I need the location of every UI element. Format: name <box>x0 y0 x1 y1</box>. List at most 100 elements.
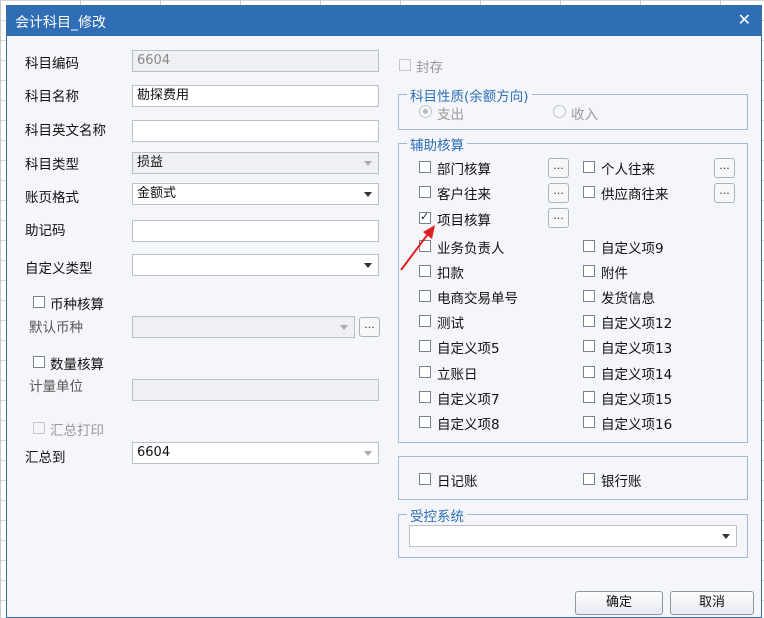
radio-income-label: 收入 <box>571 107 598 123</box>
aux-custom7-checkbox[interactable] <box>419 391 431 403</box>
english-name-label: 科目英文名称 <box>25 123 106 139</box>
bank-checkbox[interactable] <box>583 473 595 485</box>
chevron-down-icon <box>722 534 730 539</box>
aux-owner-label: 业务负责人 <box>437 241 505 257</box>
aux-custom12-label: 自定义项12 <box>601 316 673 332</box>
mnemonic-field[interactable] <box>132 220 379 242</box>
type-select: 损益 <box>132 152 379 174</box>
aux-custom9-label: 自定义项9 <box>601 241 664 257</box>
aux-deduction-label: 扣款 <box>437 266 464 282</box>
aux-dept-label: 部门核算 <box>437 162 491 178</box>
chevron-down-icon <box>364 192 372 197</box>
aux-customer-label: 客户往来 <box>437 187 491 203</box>
aux-custom9-checkbox[interactable] <box>583 240 595 252</box>
aux-shipping-label: 发货信息 <box>601 291 655 307</box>
aux-personal-checkbox[interactable] <box>583 161 595 173</box>
controlled-system-title: 受控系统 <box>407 505 467 525</box>
currency-browse-button: ... <box>359 317 380 337</box>
aux-test-label: 测试 <box>437 316 464 332</box>
code-label: 科目编码 <box>25 56 79 72</box>
summary-print-label: 汇总打印 <box>50 423 104 439</box>
aux-custom15-checkbox[interactable] <box>583 391 595 403</box>
aux-custom8-checkbox[interactable] <box>419 416 431 428</box>
chevron-down-icon <box>364 451 372 456</box>
ok-button[interactable]: 确定 <box>575 591 663 615</box>
aux-supplier-label: 供应商往来 <box>601 187 669 203</box>
name-label: 科目名称 <box>25 89 79 105</box>
cancel-button[interactable]: 取消 <box>670 591 754 615</box>
journal-label: 日记账 <box>437 474 478 490</box>
name-field[interactable]: 勘探费用 <box>132 85 379 107</box>
dialog-title: 会计科目_修改 <box>15 15 106 31</box>
aux-project-browse-button[interactable]: ... <box>548 208 569 228</box>
aux-dept-browse-button[interactable]: ... <box>548 158 569 178</box>
aux-custom14-checkbox[interactable] <box>583 366 595 378</box>
aux-personal-label: 个人往来 <box>601 162 655 178</box>
aux-accounting-group: 辅助核算 部门核算 ... 个人往来 ... 客户往来 ... 供应商往来 ..… <box>398 134 748 443</box>
controlled-system-select[interactable] <box>409 525 737 547</box>
default-currency-label: 默认币种 <box>29 320 83 336</box>
aux-group-title: 辅助核算 <box>407 134 467 154</box>
quantity-accounting-checkbox[interactable] <box>33 356 45 368</box>
aux-custom15-label: 自定义项15 <box>601 392 673 408</box>
radio-expense[interactable] <box>419 105 432 118</box>
aux-ecommerce-checkbox[interactable] <box>419 290 431 302</box>
aux-project-label: 项目核算 <box>437 213 491 229</box>
controlled-system-group: 受控系统 <box>398 505 748 558</box>
aux-custom16-checkbox[interactable] <box>583 416 595 428</box>
currency-accounting-label: 币种核算 <box>50 297 104 313</box>
ledger-format-value: 金额式 <box>137 186 177 201</box>
aux-shipping-checkbox[interactable] <box>583 290 595 302</box>
aux-custom7-label: 自定义项7 <box>437 392 500 408</box>
aux-customer-checkbox[interactable] <box>419 186 431 198</box>
unit-label: 计量单位 <box>29 379 83 395</box>
custom-type-select[interactable] <box>132 254 379 276</box>
aux-custom13-checkbox[interactable] <box>583 340 595 352</box>
quantity-accounting-label: 数量核算 <box>50 357 104 373</box>
unit-field <box>132 379 379 401</box>
aux-attachment-checkbox[interactable] <box>583 265 595 277</box>
summary-to-select[interactable]: 6604 <box>132 442 379 464</box>
currency-accounting-checkbox[interactable] <box>33 296 45 308</box>
aux-custom16-label: 自定义项16 <box>601 417 673 433</box>
sealed-checkbox <box>399 59 411 71</box>
radio-expense-label: 支出 <box>437 107 464 123</box>
aux-customer-browse-button[interactable]: ... <box>548 183 569 203</box>
close-icon[interactable]: ✕ <box>738 10 751 29</box>
radio-income[interactable] <box>553 105 566 118</box>
bank-label: 银行账 <box>601 474 642 490</box>
nature-group: 科目性质(余额方向) 支出 收入 <box>398 85 748 130</box>
ledger-format-label: 账页格式 <box>25 190 79 206</box>
sealed-label: 封存 <box>416 60 443 76</box>
default-currency-select <box>132 316 355 338</box>
chevron-down-icon <box>364 263 372 268</box>
type-label: 科目类型 <box>25 157 79 173</box>
aux-custom8-label: 自定义项8 <box>437 417 500 433</box>
title-bar: 会计科目_修改 ✕ <box>7 6 761 36</box>
aux-personal-browse-button[interactable]: ... <box>714 158 735 178</box>
english-name-field[interactable] <box>132 120 379 142</box>
journal-group: 日记账 银行账 <box>398 456 748 500</box>
chevron-down-icon <box>364 161 372 166</box>
aux-project-checkbox[interactable] <box>419 210 431 224</box>
summary-to-value: 6604 <box>137 445 171 460</box>
code-field: 6604 <box>132 50 379 72</box>
aux-dept-checkbox[interactable] <box>419 161 431 173</box>
aux-supplier-browse-button[interactable]: ... <box>714 183 735 203</box>
nature-group-title: 科目性质(余额方向) <box>407 85 532 105</box>
aux-custom5-label: 自定义项5 <box>437 341 500 357</box>
edit-account-dialog: 会计科目_修改 ✕ 科目编码 6604 科目名称 勘探费用 科目英文名称 科目类… <box>6 5 762 618</box>
aux-account-date-checkbox[interactable] <box>419 366 431 378</box>
summary-print-checkbox <box>33 422 45 434</box>
aux-custom5-checkbox[interactable] <box>419 340 431 352</box>
aux-supplier-checkbox[interactable] <box>583 186 595 198</box>
chevron-down-icon <box>340 325 348 330</box>
mnemonic-label: 助记码 <box>25 223 66 239</box>
journal-checkbox[interactable] <box>419 473 431 485</box>
aux-custom14-label: 自定义项14 <box>601 367 673 383</box>
aux-account-date-label: 立账日 <box>437 367 478 383</box>
summary-to-label: 汇总到 <box>25 450 66 466</box>
ledger-format-select[interactable]: 金额式 <box>132 183 379 205</box>
aux-custom12-checkbox[interactable] <box>583 315 595 327</box>
aux-test-checkbox[interactable] <box>419 315 431 327</box>
